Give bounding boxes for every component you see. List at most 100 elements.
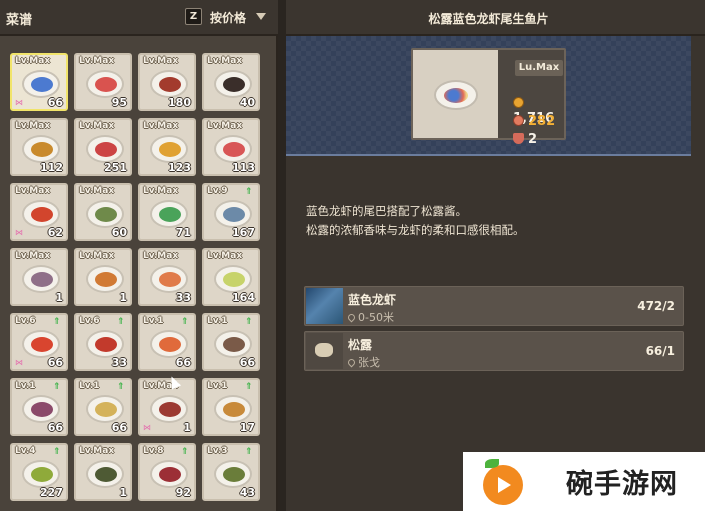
recipe-card[interactable]: Lv.4 ⇑ 227 [10, 443, 68, 501]
recipe-count: 71 [175, 226, 191, 239]
recipe-card[interactable]: Lv.8 ⇑ 92 [138, 443, 196, 501]
recipe-level: Lv.Max [143, 56, 179, 66]
recipe-level: Lv.Max [143, 186, 179, 196]
recipe-card[interactable]: Lv.Max 164 [202, 248, 260, 306]
recipe-count: 66 [175, 356, 191, 369]
dish-plate-icon [214, 265, 252, 293]
recipe-card[interactable]: Lv.1 ⇑ 66 [74, 378, 132, 436]
dish-plate-icon [86, 265, 124, 293]
recipe-card[interactable]: Lv.6 ⇑ ⋈ 66 [10, 313, 68, 371]
recipe-card[interactable]: Lv.Max 71 [138, 183, 196, 241]
ingredient-row[interactable]: 松露 张戈 66/1 [304, 331, 684, 371]
ingredient-row[interactable]: 蓝色龙虾 0-50米 472/2 [304, 286, 684, 326]
dish-plate-icon [22, 460, 60, 488]
dish-plate-icon [86, 70, 124, 98]
coin-icon [513, 97, 524, 108]
dish-plate-icon [150, 200, 188, 228]
recipe-card[interactable]: Lv.9 ⇑ 167 [202, 183, 260, 241]
upgrade-arrow-icon: ⇑ [53, 447, 61, 457]
upgrade-arrow-icon: ⇑ [245, 317, 253, 327]
recipe-list-title: 菜谱 [6, 13, 33, 28]
recipe-level: Lv.Max [79, 121, 115, 131]
favorite-bow-icon: ⋈ [15, 98, 23, 107]
recipe-card[interactable]: Lv.Max 1 [74, 443, 132, 501]
recipe-count: 112 [40, 161, 63, 174]
recipe-level: Lv.6 [15, 316, 36, 326]
watermark-text: 碗手游网 [566, 469, 678, 500]
dish-plate-icon [86, 460, 124, 488]
upgrade-arrow-icon: ⇑ [53, 382, 61, 392]
recipe-count: 40 [239, 96, 255, 109]
dish-plate-icon [214, 200, 252, 228]
recipe-card[interactable]: Lv.6 ⇑ 33 [74, 313, 132, 371]
recipe-card[interactable]: Lv.Max 1 [74, 248, 132, 306]
recipe-detail-header: 松露蓝色龙虾尾生鱼片 [286, 0, 705, 36]
watermark-logo-icon [481, 459, 525, 505]
favorite-bow-icon: ⋈ [15, 228, 23, 237]
recipe-bowls-value: 2 [528, 132, 538, 147]
recipe-count: 92 [175, 486, 191, 499]
upgrade-arrow-icon: ⇑ [181, 447, 189, 457]
upgrade-arrow-icon: ⇑ [245, 447, 253, 457]
recipe-card[interactable]: Lv.1 ⇑ 17 [202, 378, 260, 436]
dish-plate-icon [22, 200, 60, 228]
dish-plate-icon [150, 460, 188, 488]
recipe-level: Lv.Max [79, 446, 115, 456]
recipe-image [413, 50, 498, 138]
recipe-card[interactable]: Lv.3 ⇑ 43 [202, 443, 260, 501]
recipe-card[interactable]: Lv.Max 251 [74, 118, 132, 176]
recipe-level: Lv.9 [207, 186, 228, 196]
recipe-card[interactable]: Lv.Max ⋈ 62 [10, 183, 68, 241]
recipe-level: Lv.Max [15, 56, 51, 66]
recipe-card[interactable]: Lv.Max 113 [202, 118, 260, 176]
recipe-level: Lv.4 [15, 446, 36, 456]
description-line: 松露的浓郁香味与龙虾的柔和口感很相配。 [306, 223, 525, 237]
recipe-count: 1 [183, 421, 191, 434]
favorite-bow-icon: ⋈ [143, 423, 151, 432]
dish-plate-icon [86, 135, 124, 163]
recipe-level: Lv.Max [143, 121, 179, 131]
recipe-card[interactable]: Lv.Max ⋈ 66 [10, 53, 68, 111]
ingredient-location-text: 张戈 [358, 356, 380, 369]
recipe-card[interactable]: Lv.Max 180 [138, 53, 196, 111]
dish-plate-icon [214, 135, 252, 163]
taste-icon [513, 115, 524, 126]
recipe-card[interactable]: Lv.1 ⇑ 66 [202, 313, 260, 371]
truffle-icon [306, 333, 343, 369]
recipe-card[interactable]: Lv.Max ⋈ 1 [138, 378, 196, 436]
recipe-card[interactable]: Lv.Max 95 [74, 53, 132, 111]
dish-plate-icon [214, 460, 252, 488]
recipe-count: 180 [168, 96, 191, 109]
chevron-down-icon[interactable] [256, 13, 266, 20]
dish-plate-icon [150, 135, 188, 163]
upgrade-arrow-icon: ⇑ [117, 382, 125, 392]
recipe-level: Lv.1 [143, 316, 164, 326]
recipe-level: Lv.1 [207, 381, 228, 391]
recipe-card[interactable]: Lv.Max 1 [10, 248, 68, 306]
recipe-count: 1 [119, 486, 127, 499]
recipe-bonus-value: 282 [528, 114, 556, 129]
sort-dropdown[interactable]: 按价格 [210, 9, 246, 26]
description-line: 蓝色龙虾的尾巴搭配了松露酱。 [306, 204, 467, 218]
dish-plate-icon [150, 330, 188, 358]
recipe-card[interactable]: Lv.Max 123 [138, 118, 196, 176]
dish-plate-icon [22, 135, 60, 163]
dish-plate-icon [22, 265, 60, 293]
dish-plate-icon [22, 70, 60, 98]
recipe-card[interactable]: Lv.1 ⇑ 66 [10, 378, 68, 436]
recipe-card[interactable]: Lv.Max 112 [10, 118, 68, 176]
dish-plate-icon [214, 70, 252, 98]
recipe-card[interactable]: Lv.Max 60 [74, 183, 132, 241]
dish-plate-icon [214, 330, 252, 358]
watermark: 碗手游网 [463, 452, 705, 511]
recipe-count: 66 [47, 421, 63, 434]
dish-plate-icon [150, 395, 188, 423]
recipe-level: Lv.Max [207, 56, 243, 66]
recipe-card[interactable]: Lv.Max 33 [138, 248, 196, 306]
recipe-count: 60 [111, 226, 127, 239]
recipe-card[interactable]: Lv.1 ⇑ 66 [138, 313, 196, 371]
recipe-card[interactable]: Lv.Max 40 [202, 53, 260, 111]
recipe-list-header: 菜谱 Z 按价格 [0, 0, 278, 36]
dish-plate-icon [22, 395, 60, 423]
recipe-hero: Lu.Max 1,716 282 2 [286, 36, 691, 156]
